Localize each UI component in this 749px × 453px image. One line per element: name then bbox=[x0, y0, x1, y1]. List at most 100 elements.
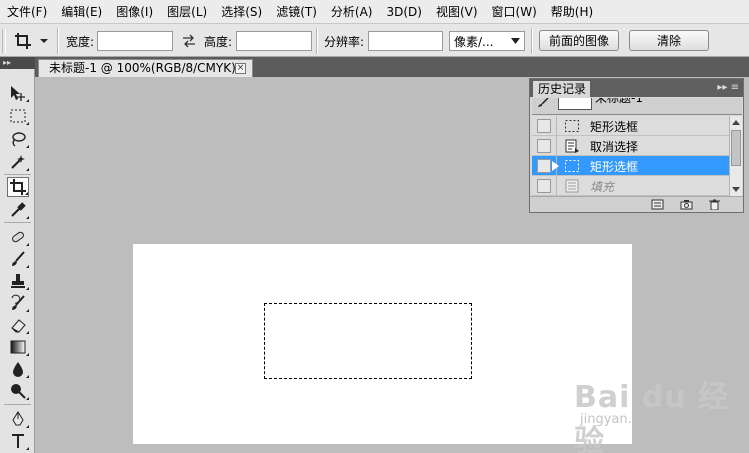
history-source-checkbox[interactable] bbox=[537, 119, 551, 133]
front-image-button[interactable]: 前面的图像 bbox=[539, 30, 619, 51]
swap-icon[interactable] bbox=[182, 34, 196, 48]
brush-icon bbox=[12, 251, 25, 266]
history-snapshot[interactable]: 未标题-1 bbox=[532, 98, 742, 115]
pen-tool[interactable] bbox=[7, 409, 29, 429]
history-source-checkbox[interactable] bbox=[537, 139, 551, 153]
gradient-tool[interactable] bbox=[7, 337, 29, 357]
height-label: 高度: bbox=[204, 35, 233, 49]
height-field[interactable] bbox=[236, 31, 312, 51]
document-tab[interactable]: 未标题-1 @ 100%(RGB/8/CMYK) * × bbox=[38, 59, 253, 77]
resolution-field[interactable] bbox=[368, 31, 443, 51]
pen-icon bbox=[12, 411, 24, 426]
lasso-icon bbox=[12, 132, 26, 147]
tab-history[interactable]: 历史记录 bbox=[533, 81, 590, 98]
gradient-icon bbox=[10, 340, 26, 354]
trash-icon[interactable] bbox=[708, 199, 721, 210]
history-brush-tool[interactable] bbox=[7, 293, 29, 313]
lasso-tool[interactable] bbox=[7, 129, 29, 149]
document-tab-title: 未标题-1 @ 100%(RGB/8/CMYK) * bbox=[49, 61, 246, 75]
tools-panel-header[interactable]: ▸▸ bbox=[0, 57, 35, 69]
menu-image[interactable]: 图像(I) bbox=[109, 0, 160, 24]
type-icon bbox=[12, 434, 24, 448]
move-tool[interactable] bbox=[7, 83, 29, 103]
healing-brush-tool[interactable] bbox=[7, 227, 29, 247]
eyedropper-tool[interactable] bbox=[7, 200, 29, 220]
scroll-down-icon[interactable] bbox=[732, 187, 740, 192]
menu-window[interactable]: 窗口(W) bbox=[485, 0, 544, 24]
menu-help[interactable]: 帮助(H) bbox=[544, 0, 600, 24]
history-scrollbar[interactable] bbox=[729, 116, 742, 196]
scroll-up-icon[interactable] bbox=[732, 120, 740, 125]
history-panel: 历史记录 ▸▸ ≡ 未标题-1 矩形选框 取消选择 矩形选框 填充 bbox=[529, 78, 744, 213]
history-source-checkbox[interactable] bbox=[537, 159, 551, 173]
tool-preset-picker[interactable] bbox=[14, 30, 54, 52]
menu-filter[interactable]: 滤镜(T) bbox=[269, 0, 324, 24]
history-row[interactable]: 取消选择 bbox=[532, 136, 729, 156]
dodge-icon bbox=[11, 384, 26, 399]
history-row-dimmed[interactable]: 填充 bbox=[532, 176, 729, 196]
options-grip[interactable] bbox=[2, 29, 6, 53]
history-state-arrow-icon bbox=[551, 160, 559, 172]
eraser-tool[interactable] bbox=[7, 315, 29, 335]
width-field[interactable] bbox=[97, 31, 173, 51]
marquee-selection[interactable] bbox=[264, 303, 472, 379]
history-brush-icon bbox=[538, 98, 549, 107]
close-icon[interactable]: × bbox=[235, 63, 246, 74]
rect-marquee-icon bbox=[565, 120, 579, 132]
divider bbox=[316, 28, 318, 54]
rect-marquee-icon bbox=[10, 109, 26, 123]
watermark-url: jingyan.baidu.com bbox=[580, 412, 700, 427]
menu-file[interactable]: 文件(F) bbox=[0, 0, 54, 24]
menu-select[interactable]: 选择(S) bbox=[214, 0, 269, 24]
menu-view[interactable]: 视图(V) bbox=[429, 0, 485, 24]
clone-stamp-tool[interactable] bbox=[7, 271, 29, 291]
bandage-icon bbox=[12, 231, 24, 243]
menu-analysis[interactable]: 分析(A) bbox=[324, 0, 380, 24]
history-row-label: 矩形选框 bbox=[590, 120, 639, 134]
resolution-unit-select[interactable]: 像素/... bbox=[449, 31, 525, 51]
panel-menu-icon[interactable]: ▸▸ ≡ bbox=[717, 82, 739, 94]
watermark: Bai du 经验 jingyan.baidu.com bbox=[574, 372, 744, 453]
divider bbox=[57, 28, 59, 54]
fill-icon bbox=[565, 179, 579, 193]
chevron-down-icon bbox=[40, 39, 48, 43]
document-canvas[interactable] bbox=[133, 244, 632, 444]
scroll-thumb[interactable] bbox=[731, 130, 741, 166]
tool-separator bbox=[4, 174, 31, 175]
tools-panel: ▸▸ bbox=[0, 57, 35, 453]
history-brush-icon bbox=[11, 294, 25, 310]
width-label: 宽度: bbox=[66, 35, 95, 49]
camera-icon[interactable] bbox=[680, 199, 693, 210]
stamp-icon bbox=[11, 274, 25, 288]
brush-tool[interactable] bbox=[7, 249, 29, 269]
history-row-label: 矩形选框 bbox=[590, 160, 639, 174]
crop-icon bbox=[10, 179, 26, 195]
new-document-from-state-icon[interactable] bbox=[651, 199, 664, 210]
history-row-selected[interactable]: 矩形选框 bbox=[532, 156, 729, 176]
menu-3d[interactable]: 3D(D) bbox=[379, 0, 428, 24]
rect-marquee-tool[interactable] bbox=[7, 106, 29, 126]
history-source-checkbox[interactable] bbox=[537, 179, 551, 193]
snapshot-thumbnail bbox=[558, 98, 592, 110]
crop-icon bbox=[15, 33, 31, 49]
history-row-label: 填充 bbox=[590, 180, 615, 194]
magic-wand-tool[interactable] bbox=[7, 152, 29, 172]
type-tool[interactable] bbox=[7, 431, 29, 451]
divider bbox=[556, 116, 557, 136]
history-panel-header: 历史记录 ▸▸ ≡ bbox=[530, 79, 743, 98]
options-bar: 宽度: 高度: 分辨率: 像素/... 前面的图像 清除 bbox=[0, 24, 749, 57]
blur-tool[interactable] bbox=[7, 359, 29, 379]
history-row-label: 取消选择 bbox=[590, 140, 639, 154]
clear-button[interactable]: 清除 bbox=[629, 30, 709, 51]
move-icon bbox=[11, 86, 25, 101]
menu-layer[interactable]: 图层(L) bbox=[160, 0, 214, 24]
history-row[interactable]: 矩形选框 bbox=[532, 116, 729, 136]
crop-tool[interactable] bbox=[7, 177, 29, 197]
divider bbox=[556, 136, 557, 156]
dodge-tool[interactable] bbox=[7, 381, 29, 401]
divider bbox=[531, 28, 533, 54]
history-panel-footer bbox=[530, 196, 743, 212]
menu-edit[interactable]: 编辑(E) bbox=[54, 0, 109, 24]
snapshot-label: 未标题-1 bbox=[595, 98, 643, 105]
drop-icon bbox=[13, 362, 23, 377]
